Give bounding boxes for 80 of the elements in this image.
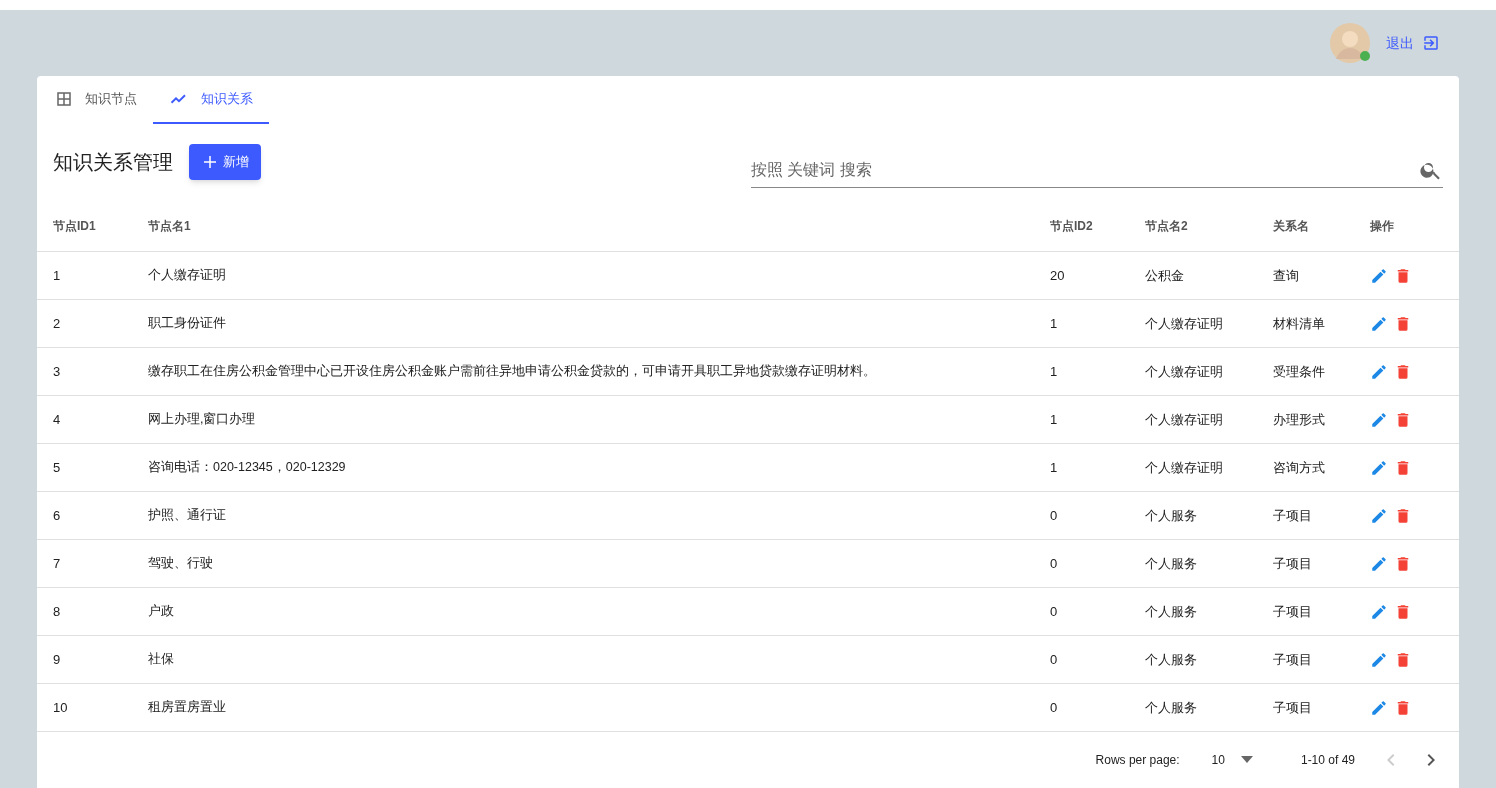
table-cell-text: 子项目 <box>1273 650 1313 669</box>
table-cell-text: 职工身份证件 <box>148 315 227 333</box>
page-title: 知识关系管理 <box>53 150 173 175</box>
table-cell-text: 0 <box>1050 602 1059 621</box>
table-cell-text: 租房置房置业 <box>148 699 227 717</box>
edit-icon[interactable] <box>1370 650 1388 669</box>
table-cell-text: 2 <box>53 314 62 333</box>
table-cell-text: 9 <box>53 650 62 669</box>
column-header: 节点名2 <box>1145 217 1189 235</box>
table-cell-text: 子项目 <box>1273 602 1313 621</box>
edit-icon[interactable] <box>1370 506 1388 525</box>
table-cell-text: 8 <box>53 602 62 621</box>
table-cell-text: 7 <box>53 554 62 573</box>
table-cell-text: 受理条件 <box>1273 362 1326 381</box>
table-cell-text: 缴存职工在住房公积金管理中心已开设住房公积金账户需前往异地申请公积金贷款的，可申请开具职工异地贷款缴存证明材料。 <box>148 363 877 381</box>
table-cell-text: 网上办理,窗口办理 <box>148 411 257 429</box>
table-cell-text: 个人服务 <box>1145 506 1198 525</box>
table-cell-text: 5 <box>53 458 62 477</box>
table-cell-text: 户政 <box>148 603 175 621</box>
table-cell-text: 1 <box>1050 314 1059 333</box>
table-cell-text: 护照、通行证 <box>148 507 227 525</box>
table-cell-text: 咨询方式 <box>1273 458 1326 477</box>
logout-button[interactable]: 退出 <box>1386 33 1440 53</box>
edit-icon[interactable] <box>1370 266 1388 285</box>
table-cell-text: 个人缴存证明 <box>148 267 227 285</box>
rows-per-page-select[interactable]: 10 <box>1211 751 1253 769</box>
table-cell-text: 个人缴存证明 <box>1145 410 1224 429</box>
column-header: 节点ID1 <box>53 217 97 235</box>
table-cell-text: 20 <box>1050 266 1066 285</box>
table-icon <box>55 90 73 108</box>
plus-icon <box>201 153 219 171</box>
edit-icon[interactable] <box>1370 602 1388 621</box>
table-cell-text: 公积金 <box>1145 266 1185 285</box>
edit-icon[interactable] <box>1370 458 1388 477</box>
rows-per-page-label: Rows per page: <box>1095 752 1180 769</box>
table-cell-text: 材料清单 <box>1273 314 1326 333</box>
logout-icon <box>1422 34 1440 52</box>
column-header: 操作 <box>1370 217 1395 235</box>
avatar[interactable] <box>1330 23 1370 63</box>
table-cell-text: 咨询电话：020-12345，020-12329 <box>148 459 347 477</box>
table-cell-text: 4 <box>53 410 62 429</box>
table-cell-text: 个人缴存证明 <box>1145 314 1224 333</box>
page-range: 1-10 of 49 <box>1300 752 1355 769</box>
table-cell-text: 1 <box>53 266 62 285</box>
table-cell-text: 10 <box>53 698 69 717</box>
table-cell-text: 1 <box>1050 362 1059 381</box>
tab[interactable]: 知识关系 <box>153 76 269 124</box>
table-cell-text: 子项目 <box>1273 506 1313 525</box>
table-cell-text: 个人服务 <box>1145 650 1198 669</box>
table-cell-text: 1 <box>1050 410 1059 429</box>
table-cell-text: 0 <box>1050 506 1059 525</box>
column-header: 节点名1 <box>148 217 192 235</box>
column-header: 节点ID2 <box>1050 217 1094 235</box>
edit-icon[interactable] <box>1370 362 1388 381</box>
table-cell-text: 个人缴存证明 <box>1145 458 1224 477</box>
table-cell-text: 查询 <box>1273 266 1300 285</box>
table-cell-text: 个人服务 <box>1145 602 1198 621</box>
table-cell-text: 6 <box>53 506 62 525</box>
table-cell-text: 社保 <box>148 651 175 669</box>
table-cell-text: 子项目 <box>1273 554 1313 573</box>
table-cell-text: 0 <box>1050 698 1059 717</box>
table-cell-text: 驾驶、行驶 <box>148 555 214 573</box>
edit-icon[interactable] <box>1370 410 1388 429</box>
search-field[interactable]: 按照 关键词 搜索 <box>751 157 1419 182</box>
add-button[interactable]: 新增 <box>189 144 261 180</box>
dropdown-caret-icon <box>1240 756 1253 764</box>
tab[interactable]: 知识节点 <box>39 76 153 124</box>
edit-icon[interactable] <box>1370 554 1388 573</box>
table-cell-text: 3 <box>53 362 62 381</box>
table-cell-text: 个人缴存证明 <box>1145 362 1224 381</box>
table-cell-text: 1 <box>1050 458 1059 477</box>
edit-icon[interactable] <box>1370 698 1388 717</box>
table-cell-text: 办理形式 <box>1273 410 1326 429</box>
table-cell-text: 个人服务 <box>1145 554 1198 573</box>
column-header: 关系名 <box>1273 217 1310 235</box>
table-cell-text: 个人服务 <box>1145 698 1198 717</box>
table-cell-text: 0 <box>1050 554 1059 573</box>
table-cell-text: 0 <box>1050 650 1059 669</box>
table-cell-text: 子项目 <box>1273 698 1313 717</box>
edit-icon[interactable] <box>1370 314 1388 333</box>
